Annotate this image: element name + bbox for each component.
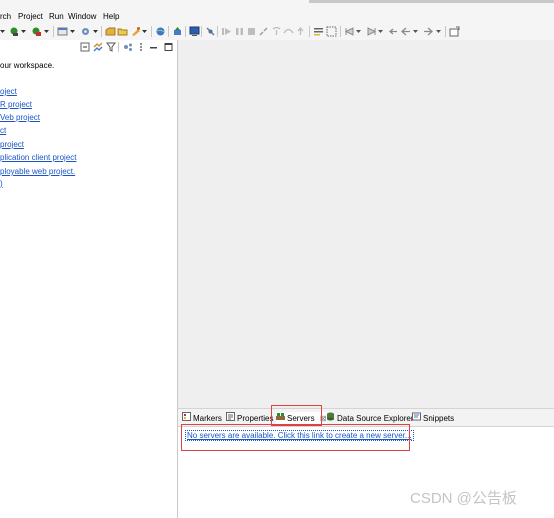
toolbar-separator — [185, 26, 186, 37]
disconnect-icon — [258, 26, 269, 37]
toolbar-separator — [101, 26, 102, 37]
new-server-icon[interactable] — [9, 26, 20, 37]
menu-run[interactable]: Run — [49, 12, 64, 22]
servers-link-highlight — [181, 424, 410, 451]
suspend-icon — [234, 26, 245, 37]
maximize-icon[interactable] — [164, 42, 174, 54]
servers-tab-highlight — [271, 405, 322, 426]
skip-breakpoints-icon[interactable] — [205, 26, 216, 37]
tab-properties-label: Properties — [237, 414, 274, 423]
publish-icon[interactable] — [172, 26, 183, 37]
dropdown-arrow-icon[interactable] — [413, 26, 419, 37]
snippets-icon — [412, 412, 421, 425]
focus-icon[interactable] — [123, 42, 133, 54]
toolbar-separator — [53, 26, 54, 37]
menu-help[interactable]: Help — [103, 12, 119, 22]
monitor-icon[interactable] — [189, 26, 200, 37]
toolbar-separator — [217, 26, 218, 37]
link-with-editor-icon[interactable] — [93, 42, 103, 54]
dropdown-arrow-icon[interactable] — [21, 26, 27, 37]
tab-snippets-label: Snippets — [423, 414, 455, 423]
dropdown-arrow-icon[interactable] — [93, 26, 99, 37]
toolbar-separator — [445, 26, 446, 37]
toolbar-separator — [340, 26, 341, 37]
tab-data-source-explorer-label: Data Source Explorer — [337, 414, 414, 423]
back-arrow-icon[interactable] — [400, 26, 411, 37]
dropdown-arrow-icon[interactable] — [378, 26, 384, 37]
open-folder-icon[interactable] — [117, 26, 128, 37]
open-task-icon[interactable] — [130, 26, 141, 37]
editor-area — [178, 40, 554, 409]
step-over-icon — [283, 26, 294, 37]
dropdown-arrow-icon[interactable] — [436, 26, 442, 37]
menu-search[interactable]: rch — [0, 12, 11, 22]
create-ear-project-link[interactable]: R project — [0, 100, 32, 109]
toolbar-separator — [151, 26, 152, 37]
dropdown-arrow-icon[interactable] — [44, 26, 50, 37]
dropdown-arrow-icon[interactable] — [0, 26, 6, 37]
menu-window[interactable]: Window — [68, 12, 96, 22]
filter-icon[interactable] — [106, 42, 116, 54]
welcome-intro-text: our workspace. — [0, 61, 55, 70]
toggle-mark-occurrences-icon[interactable] — [313, 26, 324, 37]
create-project-link-2[interactable]: ct — [0, 126, 6, 135]
view-menu-icon[interactable] — [138, 42, 144, 54]
toggle-block-selection-icon[interactable] — [326, 26, 337, 37]
toolbar-separator — [168, 26, 169, 37]
run-server-icon[interactable] — [31, 26, 42, 37]
next-annotation-icon[interactable] — [344, 26, 355, 37]
dropdown-arrow-icon[interactable] — [70, 26, 76, 37]
open-perspective-icon[interactable] — [449, 26, 460, 37]
create-application-client-project-link[interactable]: plication client project — [0, 153, 76, 162]
menu-project[interactable]: Project — [18, 12, 43, 22]
new-wizard-icon[interactable] — [57, 26, 68, 37]
collapse-all-icon[interactable] — [80, 42, 90, 54]
last-edit-location-icon[interactable] — [388, 26, 399, 37]
toolbar-separator — [201, 26, 202, 37]
resume-icon — [221, 26, 232, 37]
more-link[interactable]: ) — [0, 179, 3, 188]
window-edge-divider — [309, 0, 554, 3]
terminate-icon — [246, 26, 257, 37]
minimize-icon[interactable] — [149, 42, 159, 54]
create-project-link[interactable]: oject — [0, 87, 17, 96]
menu-bar: rch Project Run Window Help — [0, 0, 554, 24]
watermark: CSDN @公告板 — [410, 490, 517, 507]
tab-snippets[interactable]: Snippets — [412, 412, 454, 425]
project-explorer-panel: our workspace. oject R project Veb proje… — [0, 40, 178, 518]
create-ejb-project-link[interactable]: project — [0, 140, 24, 149]
settings-gear-icon[interactable] — [80, 26, 91, 37]
previous-annotation-icon[interactable] — [366, 26, 377, 37]
step-return-icon — [295, 26, 306, 37]
dropdown-arrow-icon[interactable] — [142, 26, 148, 37]
toolbar-separator — [118, 42, 120, 54]
forward-arrow-icon[interactable] — [423, 26, 434, 37]
open-type-icon[interactable] — [105, 26, 116, 37]
tab-markers-label: Markers — [193, 414, 222, 423]
import-deployable-web-project-link[interactable]: ployable web project. — [0, 167, 75, 176]
create-web-project-link[interactable]: Veb project — [0, 113, 40, 122]
dropdown-arrow-icon[interactable] — [356, 26, 362, 37]
step-into-icon — [271, 26, 282, 37]
toolbar-separator — [309, 26, 310, 37]
main-toolbar — [0, 24, 554, 41]
web-browser-icon[interactable] — [155, 26, 166, 37]
